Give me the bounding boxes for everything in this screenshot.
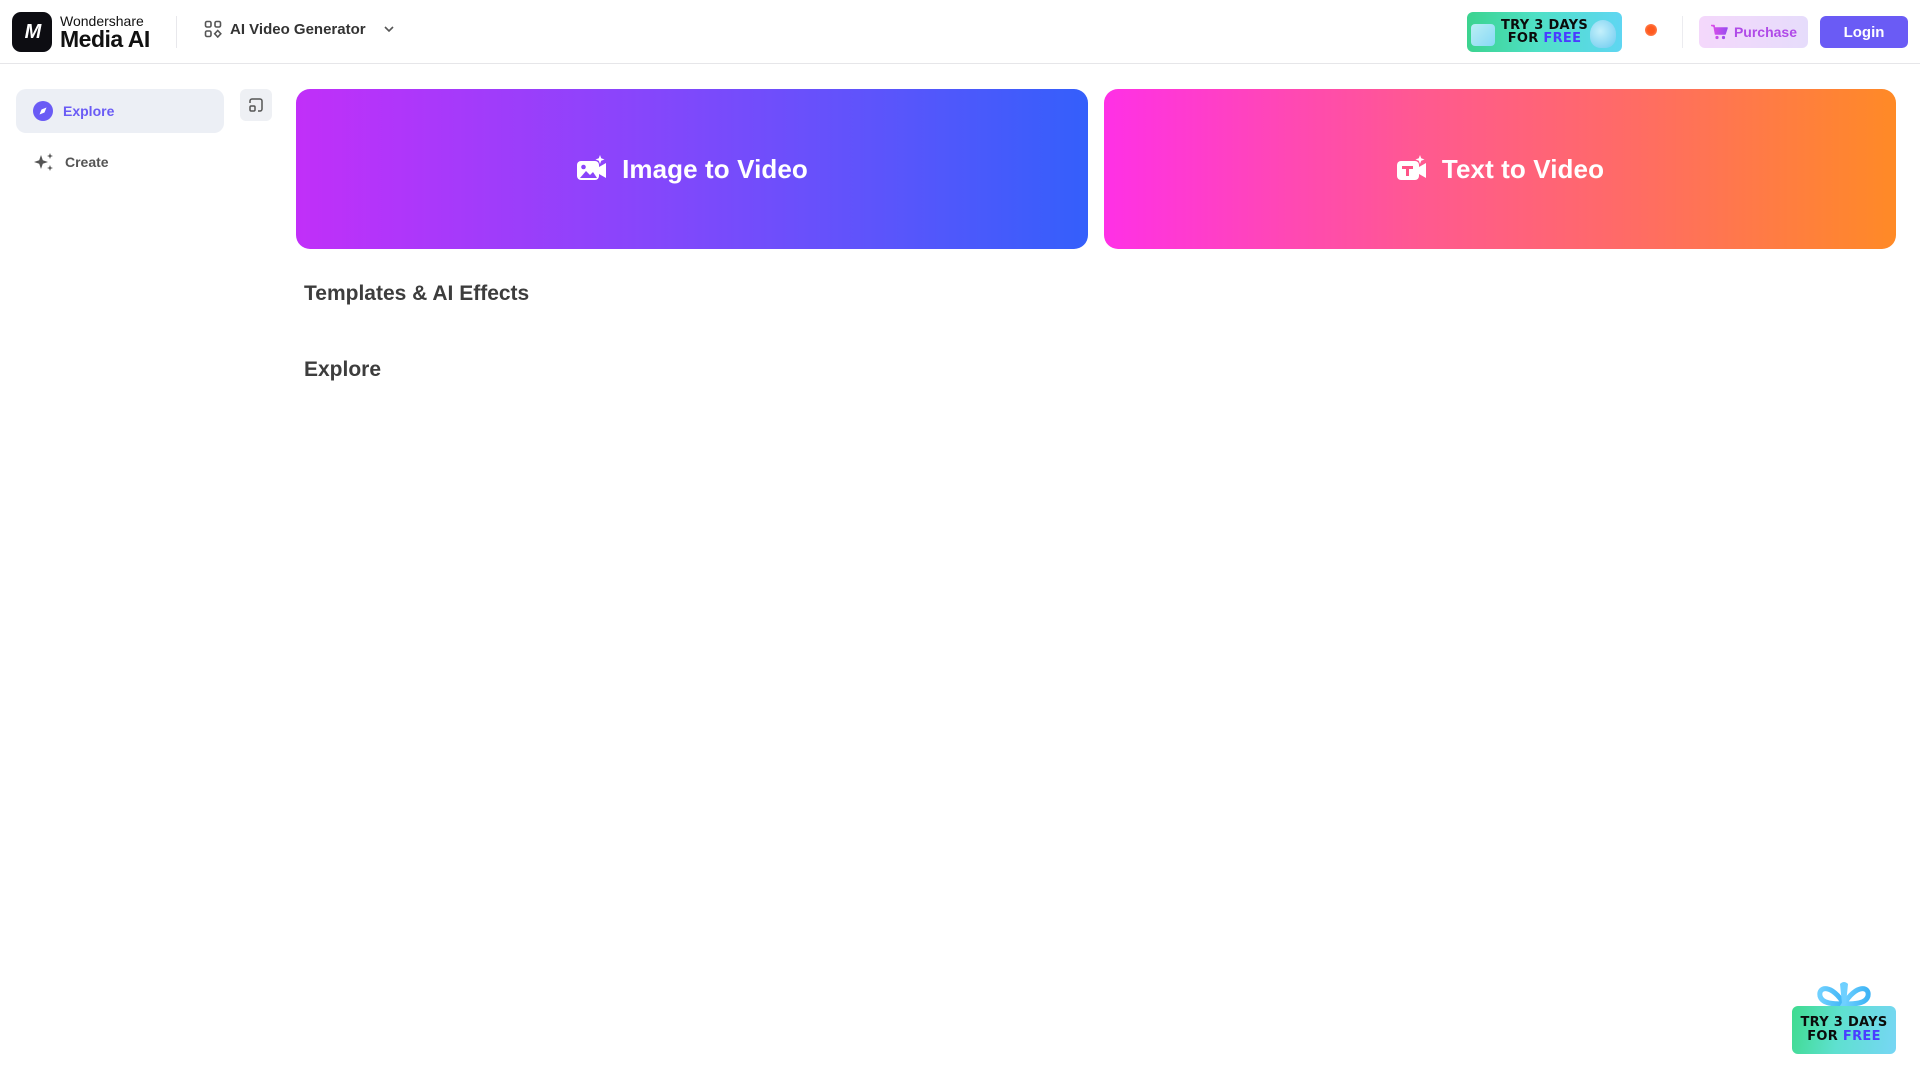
gift-icon	[1471, 24, 1495, 46]
compass-icon	[33, 101, 53, 121]
text-video-icon	[1396, 155, 1426, 180]
apps-icon	[204, 20, 222, 38]
floating-promo-prefix: FOR	[1807, 1029, 1843, 1044]
card-label: Text to Video	[1441, 153, 1605, 184]
free-trial-banner[interactable]: TRY 3 DAYS FOR FREE	[1467, 12, 1622, 52]
floating-promo-line1: TRY 3 DAYS	[1800, 1015, 1888, 1030]
collapse-sidebar-button[interactable]	[240, 89, 272, 121]
logo[interactable]: M Wondershare Media AI	[12, 12, 150, 52]
sidebar-item-label: Create	[65, 154, 109, 170]
sidebar-item-create[interactable]: Create	[16, 140, 224, 184]
text-to-video-card[interactable]: Text to Video	[1104, 89, 1896, 249]
promo-highlight: FREE	[1543, 31, 1582, 46]
floating-promo-highlight: FREE	[1842, 1029, 1881, 1044]
floating-promo-box: TRY 3 DAYS FOR FREE	[1792, 1006, 1896, 1054]
image-to-video-card[interactable]: Image to Video	[296, 89, 1088, 249]
cart-icon	[1710, 24, 1728, 40]
floating-promo-text: TRY 3 DAYS FOR FREE	[1800, 1016, 1887, 1044]
promo-prefix: FOR	[1507, 31, 1544, 46]
notification-dot[interactable]	[1645, 24, 1657, 36]
free-trial-text: TRY 3 DAYS FOR FREE	[1501, 19, 1588, 45]
floating-free-trial-badge[interactable]: TRY 3 DAYS FOR FREE	[1792, 978, 1896, 1058]
product-switcher[interactable]: AI Video Generator	[204, 20, 396, 38]
gift-bow-icon	[1817, 982, 1871, 1007]
product-switcher-label: AI Video Generator	[230, 20, 366, 38]
decorative-shape	[1590, 20, 1616, 48]
chevron-down-icon	[384, 26, 394, 33]
collapse-icon	[249, 98, 263, 112]
image-video-icon	[577, 155, 607, 180]
sidebar-item-explore[interactable]: Explore	[16, 89, 224, 133]
logo-product: Media AI	[60, 25, 150, 52]
logo-mark: M	[12, 12, 52, 52]
header-divider	[176, 16, 177, 48]
sidebar-item-label: Explore	[63, 103, 115, 119]
purchase-button[interactable]: Purchase	[1699, 16, 1808, 48]
top-header: M Wondershare Media AI AI Video Generato…	[0, 0, 1920, 64]
card-label: Image to Video	[622, 153, 808, 184]
purchase-label: Purchase	[1733, 24, 1798, 40]
logo-text: Wondershare Media AI	[60, 14, 150, 51]
floating-promo-line2: FOR FREE	[1800, 1030, 1887, 1044]
explore-section-title: Explore	[304, 358, 382, 381]
login-button[interactable]: Login	[1820, 16, 1908, 48]
promo-line2: FOR FREE	[1501, 32, 1588, 45]
sparkle-icon	[34, 153, 53, 171]
templates-section-title: Templates & AI Effects	[304, 282, 530, 305]
header-divider	[1682, 16, 1683, 48]
